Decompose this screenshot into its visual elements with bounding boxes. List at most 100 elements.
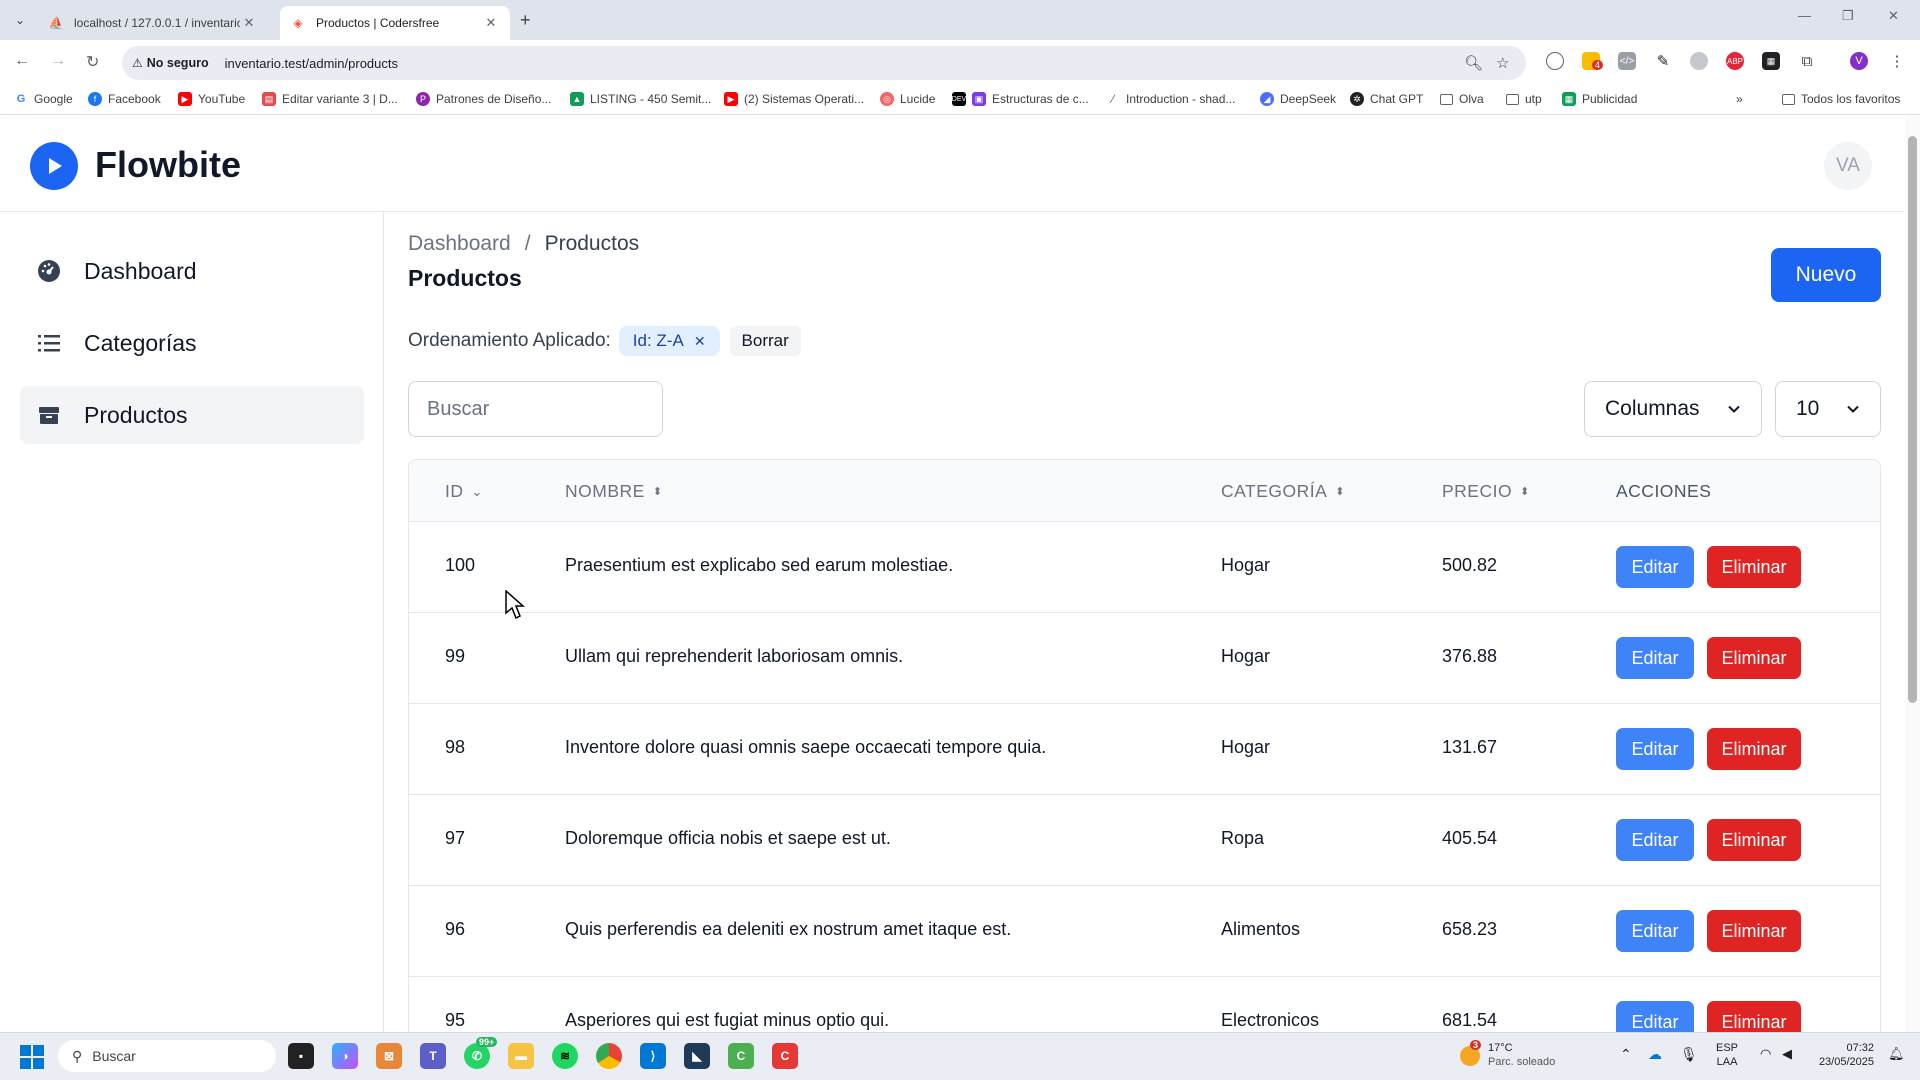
whatsapp-icon[interactable]: ✆ 99+ <box>464 1037 498 1069</box>
delete-button[interactable]: Eliminar <box>1707 910 1801 952</box>
extension-colorful-icon[interactable]: 4 <box>1582 52 1604 70</box>
columns-dropdown[interactable]: Columnas <box>1584 381 1762 437</box>
edit-button[interactable]: Editar <box>1616 546 1694 588</box>
clock-date: 23/05/2025 <box>1818 1056 1874 1068</box>
per-page-select[interactable]: 10 <box>1775 381 1881 437</box>
browser-tab-phpmyadmin[interactable]: ⛵ localhost / 127.0.0.1 / inventario ✕ <box>38 6 268 40</box>
bookmark-facebook[interactable]: f Facebook <box>88 92 161 106</box>
delete-button[interactable]: Eliminar <box>1707 637 1801 679</box>
page-scrollbar-thumb[interactable] <box>1908 136 1917 703</box>
delete-button[interactable]: Eliminar <box>1707 1001 1801 1032</box>
column-header-precio[interactable]: PRECIO ⬍ <box>1442 481 1530 502</box>
speaker-icon[interactable]: ◀︎ <box>1782 1047 1792 1061</box>
column-header-categoria[interactable]: CATEGORÍA ⬍ <box>1221 481 1345 502</box>
edit-button[interactable]: Editar <box>1616 910 1694 952</box>
search-input[interactable] <box>408 381 663 437</box>
edit-button[interactable]: Editar <box>1616 637 1694 679</box>
user-avatar[interactable]: VA <box>1824 142 1872 190</box>
column-header-nombre[interactable]: NOMBRE ⬍ <box>565 481 663 502</box>
chrome-icon[interactable] <box>596 1043 622 1069</box>
microphone-icon[interactable]: 🎙︎ <box>1680 1047 1698 1061</box>
column-header-id[interactable]: ID ⌄ <box>445 481 483 502</box>
clock[interactable]: 07:32 23/05/2025 <box>1812 1041 1874 1069</box>
bookmark-chatgpt[interactable]: ✲ Chat GPT <box>1350 92 1423 106</box>
back-arrow-icon[interactable]: ← <box>14 52 30 70</box>
devtools-extension-icon[interactable]: </> <box>1618 52 1636 70</box>
browser-menu-icon[interactable]: ⋮ <box>1888 52 1906 70</box>
taskview-icon[interactable]: ▪ <box>288 1043 314 1069</box>
remove-sort-close-icon[interactable]: ✕ <box>694 333 706 350</box>
teams-icon[interactable]: T <box>420 1043 446 1069</box>
zoom-icon[interactable]: 🔍︎ <box>1464 54 1483 72</box>
sidebar-item-dashboard[interactable]: Dashboard <box>20 242 364 300</box>
extension-circle-icon[interactable] <box>1546 52 1564 70</box>
more-bookmarks-chevron-icon[interactable]: » <box>1736 92 1743 106</box>
forward-arrow-icon[interactable]: → <box>50 52 66 70</box>
extensions-puzzle-icon[interactable]: ⧉ <box>1798 52 1816 70</box>
bookmark-publicidad[interactable]: ▦ Publicidad <box>1562 92 1637 106</box>
bookmark-shadcn[interactable]: ⁄ Introduction - shad... <box>1106 92 1235 106</box>
notification-bell-icon[interactable]: 🔔︎ <box>1888 1047 1905 1061</box>
brand-name[interactable]: Flowbite <box>95 144 241 186</box>
edit-button[interactable]: Editar <box>1616 819 1694 861</box>
bookmark-youtube[interactable]: ▶ YouTube <box>178 92 245 106</box>
breadcrumb-dashboard-link[interactable]: Dashboard <box>408 232 511 256</box>
reload-icon[interactable]: ↻ <box>86 52 99 72</box>
restore-icon[interactable]: ❐ <box>1842 8 1854 24</box>
vscode-icon[interactable]: ⟩ <box>640 1043 666 1069</box>
new-tab-plus-icon[interactable]: + <box>520 10 531 31</box>
profile-avatar-icon[interactable]: V <box>1850 52 1868 70</box>
adblock-icon[interactable]: ABP <box>1726 52 1744 70</box>
bookmark-label: Estructuras de c... <box>992 92 1089 106</box>
close-tab-icon[interactable]: ✕ <box>482 15 500 31</box>
onedrive-cloud-icon[interactable]: ☁ <box>1648 1047 1662 1061</box>
minimize-icon[interactable]: — <box>1798 8 1811 23</box>
close-tab-icon[interactable]: ✕ <box>240 15 258 31</box>
spotify-icon[interactable]: ≋ <box>552 1043 578 1069</box>
xampp-icon[interactable]: ⊠ <box>376 1043 402 1069</box>
address-bar[interactable]: ⚠ No seguro inventario.test/admin/produc… <box>122 46 1526 80</box>
delete-button[interactable]: Eliminar <box>1707 728 1801 770</box>
bookmark-deepseek[interactable]: ◢ DeepSeek <box>1260 92 1336 106</box>
tray-chevron-up-icon[interactable]: ⌃ <box>1620 1047 1632 1061</box>
weather-sun-icon[interactable]: 3 <box>1460 1040 1482 1066</box>
bookmark-olva[interactable]: Olva <box>1440 92 1484 106</box>
windows-start-icon[interactable] <box>20 1045 44 1069</box>
tab-search-chevron-icon[interactable]: ⌄ <box>10 10 30 30</box>
terminal-app-icon[interactable]: C <box>728 1043 754 1069</box>
taskbar-search[interactable]: ⚲ Buscar <box>58 1040 276 1072</box>
delete-button[interactable]: Eliminar <box>1707 546 1801 588</box>
bookmark-listing[interactable]: ▲ LISTING - 450 Semit... <box>570 92 711 106</box>
language-indicator[interactable]: ESP LAA <box>1716 1041 1738 1069</box>
bookmark-lucide[interactable]: ◎ Lucide <box>880 92 935 106</box>
bookmark-star-icon[interactable]: ☆ <box>1496 54 1509 72</box>
bookmark-patrones[interactable]: P Patrones de Diseño... <box>416 92 551 106</box>
all-bookmarks[interactable]: Todos los favoritos <box>1782 92 1900 106</box>
new-product-button[interactable]: Nuevo <box>1771 248 1881 302</box>
eyedropper-icon[interactable]: ✎ <box>1654 52 1672 70</box>
bookmark-google[interactable]: G Google <box>14 92 73 106</box>
url-text[interactable]: inventario.test/admin/products <box>225 56 398 71</box>
edit-button[interactable]: Editar <box>1616 728 1694 770</box>
browser-tab-productos[interactable]: ◈ Productos | Codersfree ✕ <box>280 6 510 40</box>
bookmark-utp[interactable]: utp <box>1506 92 1542 106</box>
wifi-icon[interactable]: ◠ <box>1760 1047 1771 1061</box>
codersfree-app-icon[interactable]: C <box>772 1043 798 1069</box>
bookmark-sistemas-operativos[interactable]: ▶ (2) Sistemas Operati... <box>724 92 864 106</box>
extension-grey-icon[interactable] <box>1690 52 1708 70</box>
weather-widget[interactable]: 17°C Parc. soleado <box>1488 1041 1555 1069</box>
file-explorer-icon[interactable]: ▬ <box>508 1043 534 1069</box>
sql-tool-icon[interactable]: ◣ <box>684 1043 710 1069</box>
close-window-icon[interactable]: ✕ <box>1888 8 1899 24</box>
sidebar-item-productos[interactable]: Productos <box>20 386 364 444</box>
bookmark-estructuras[interactable]: DEV ▣ Estructuras de c... <box>952 92 1089 106</box>
flowbite-logo-icon[interactable] <box>30 142 78 190</box>
sidebar-item-categorias[interactable]: Categorías <box>20 314 364 372</box>
security-status[interactable]: No seguro <box>147 56 209 70</box>
delete-button[interactable]: Eliminar <box>1707 819 1801 861</box>
edit-button[interactable]: Editar <box>1616 1001 1694 1032</box>
qr-code-icon[interactable]: ▦ <box>1762 52 1780 70</box>
copilot-icon[interactable]: ◑ <box>332 1043 358 1069</box>
bookmark-editar-variante[interactable]: ▤ Editar variante 3 | D... <box>262 92 398 106</box>
clear-sort-button[interactable]: Borrar <box>729 326 801 356</box>
